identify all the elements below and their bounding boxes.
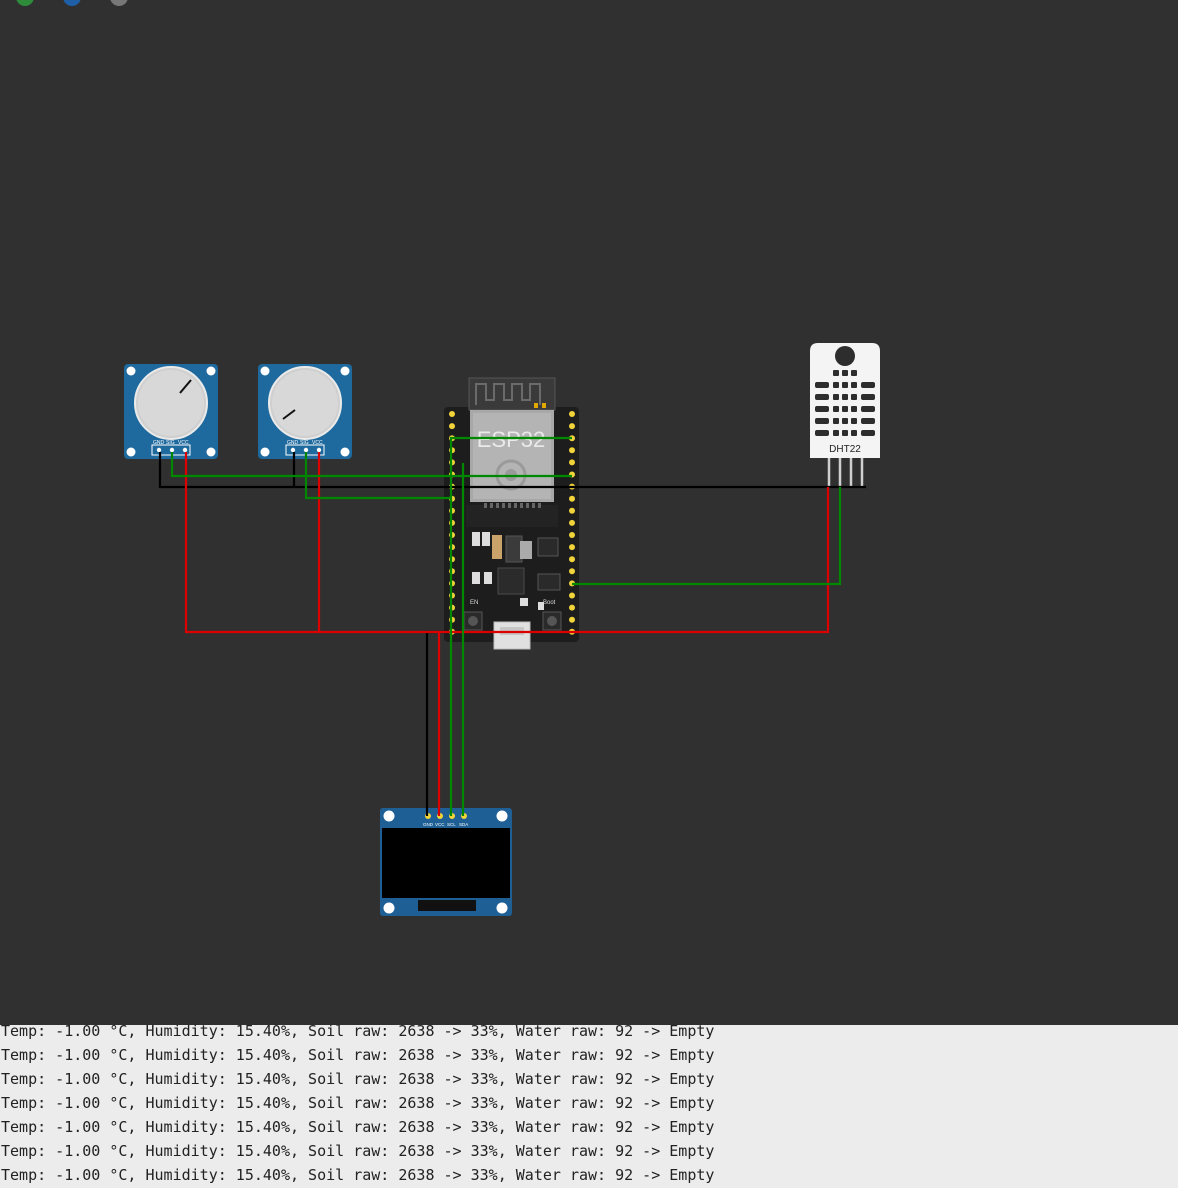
esp32-pin[interactable] — [449, 411, 455, 417]
oled-display[interactable]: GND VCC SCL SDA — [380, 808, 512, 916]
circuit-diagram: GND SIG VCC GND SIG VCC ESP32 EN Boot DH… — [124, 343, 880, 916]
esp32-pin[interactable] — [449, 423, 455, 430]
pot1-pin-vcc-label: VCC — [178, 440, 189, 446]
esp32-pin[interactable] — [569, 604, 575, 611]
pot2-pin-sig-label: SIG — [300, 440, 309, 446]
serial-line: Temp: -1.00 °C, Humidity: 15.40%, Soil r… — [1, 1142, 715, 1160]
esp32-pin[interactable] — [569, 495, 575, 502]
boot-label: Boot — [543, 600, 556, 606]
dht22-label: DHT22 — [829, 444, 861, 455]
esp32-label: ESP32 — [477, 427, 546, 452]
simulation-canvas[interactable]: GND SIG VCC GND SIG VCC ESP32 EN Boot DH… — [0, 0, 1178, 1025]
pot1-pin-sig-label: SIG — [166, 440, 175, 446]
esp32-pin[interactable] — [569, 568, 575, 575]
esp32-pin[interactable] — [569, 544, 575, 551]
potentiometer-1[interactable]: GND SIG VCC — [124, 364, 218, 459]
esp32-pin[interactable] — [569, 507, 575, 514]
esp32-board[interactable]: ESP32 EN Boot — [444, 377, 579, 650]
oled-pin-gnd-label: GND — [423, 822, 434, 827]
serial-line: Temp: -1.00 °C, Humidity: 15.40%, Soil r… — [1, 1070, 715, 1088]
dht22-sensor[interactable]: DHT22 — [810, 343, 880, 487]
esp32-pin[interactable] — [569, 423, 575, 430]
esp32-pin[interactable] — [569, 532, 575, 538]
esp32-pin[interactable] — [569, 556, 575, 563]
serial-line: Temp: -1.00 °C, Humidity: 15.40%, Soil r… — [1, 1046, 715, 1064]
serial-line: Temp: -1.00 °C, Humidity: 15.40%, Soil r… — [1, 1166, 715, 1184]
serial-monitor[interactable]: Temp: -1.00 °C, Humidity: 15.40%, Soil r… — [0, 1025, 1178, 1188]
esp32-pin[interactable] — [569, 447, 575, 454]
pot2-pin-vcc-label: VCC — [312, 440, 323, 446]
en-label: EN — [470, 600, 478, 606]
serial-line: Temp: -1.00 °C, Humidity: 15.40%, Soil r… — [1, 1118, 715, 1136]
pot1-pin-gnd-label: GND — [153, 440, 165, 446]
wire-signal — [572, 487, 842, 586]
potentiometer-2[interactable]: GND SIG VCC — [258, 364, 352, 459]
esp32-pin[interactable] — [569, 592, 575, 599]
pot2-pin-gnd-label: GND — [287, 440, 299, 446]
esp32-pin[interactable] — [569, 459, 575, 466]
oled-pin-scl-label: SCL — [447, 822, 456, 827]
serial-line: Temp: -1.00 °C, Humidity: 15.40%, Soil r… — [1, 1025, 715, 1040]
esp32-pin[interactable] — [569, 411, 575, 417]
esp32-pin[interactable] — [569, 616, 575, 623]
oled-pin-vcc-label: VCC — [435, 822, 445, 827]
esp32-pin[interactable] — [569, 519, 575, 526]
serial-line: Temp: -1.00 °C, Humidity: 15.40%, Soil r… — [1, 1094, 715, 1112]
oled-pin-sda-label: SDA — [459, 822, 468, 827]
